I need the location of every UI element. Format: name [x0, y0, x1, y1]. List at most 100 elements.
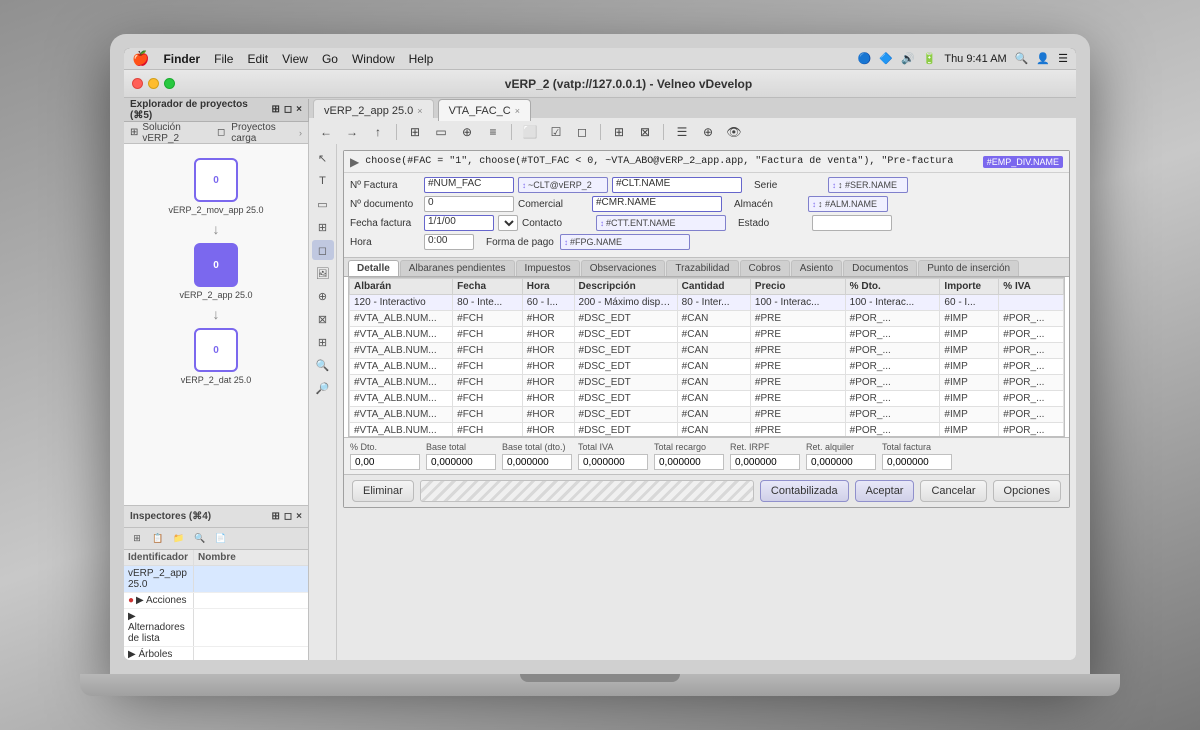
vt-line[interactable]: ⊕ — [312, 286, 334, 306]
toolbar-rect[interactable]: ▭ — [430, 122, 452, 142]
vt-image[interactable]: 🖼 — [312, 263, 334, 283]
node-box-1[interactable]: 0 — [194, 158, 238, 202]
menu-go[interactable]: Go — [322, 52, 338, 66]
btn-contabilizada[interactable]: Contabilizada — [760, 480, 849, 502]
toolbar-checkbox[interactable]: ◻ — [571, 122, 593, 142]
insp-toolbar-btn-5[interactable]: 📄 — [212, 531, 230, 547]
btn-eliminar[interactable]: Eliminar — [352, 480, 414, 502]
clt-name-input[interactable]: #CLT.NAME — [612, 177, 742, 193]
vt-rect[interactable]: ▭ — [312, 194, 334, 214]
menu-finder[interactable]: Finder — [163, 52, 200, 66]
btn-aceptar[interactable]: Aceptar — [855, 480, 915, 502]
table-row-2[interactable]: #VTA_ALB.NUM... #FCH #HOR #DSC_EDT #CAN … — [350, 343, 1064, 359]
toolbar-grid[interactable]: ⊞ — [404, 122, 426, 142]
insp-row-1[interactable]: ●▶ Acciones — [124, 593, 308, 609]
table-row-first[interactable]: 120 - Interactivo 80 - Inte... 60 - I...… — [350, 295, 1064, 311]
tab-close-1[interactable]: × — [417, 106, 422, 116]
explorer-icon-2[interactable]: ◻ — [284, 104, 292, 115]
serie-ref[interactable]: ↕ ↕ #SER.NAME — [828, 177, 908, 193]
btn-opciones[interactable]: Opciones — [993, 480, 1061, 502]
total-recargo-value[interactable]: 0,000000 — [654, 454, 724, 470]
fecha-input[interactable]: 1/1/00 — [424, 215, 494, 231]
cmr-input[interactable]: #CMR.NAME — [592, 196, 722, 212]
insp-row-2[interactable]: ▶ Alternadores de lista — [124, 609, 308, 647]
toolbar-eye[interactable]: 👁 — [723, 122, 745, 142]
diagram-node-3[interactable]: 0 vERP_2_dat 25.0 — [181, 328, 252, 385]
menu-file[interactable]: File — [214, 52, 233, 66]
ctt-ref[interactable]: ↕ #CTT.ENT.NAME — [596, 215, 726, 231]
insp-icon-1[interactable]: ⊞ — [271, 511, 279, 522]
insp-icon-3[interactable]: × — [296, 511, 302, 522]
toolbar-arrow-up[interactable]: ↑ — [367, 122, 389, 142]
menu-window[interactable]: Window — [352, 52, 395, 66]
toolbar-arrow-right[interactable]: → — [341, 122, 363, 142]
insp-toolbar-btn-3[interactable]: 📁 — [170, 531, 188, 547]
total-iva-value[interactable]: 0,000000 — [578, 454, 648, 470]
toolbar-menu[interactable]: ☰ — [671, 122, 693, 142]
tab-documentos[interactable]: Documentos — [843, 260, 917, 276]
tab-trazabilidad[interactable]: Trazabilidad — [666, 260, 738, 276]
form-canvas[interactable]: ▶ choose(#FAC = "1", choose(#TOT_FAC < 0… — [337, 144, 1076, 660]
insp-toolbar-btn-2[interactable]: 📋 — [149, 531, 167, 547]
tab-cobros[interactable]: Cobros — [740, 260, 790, 276]
table-row-5[interactable]: #VTA_ALB.NUM... #FCH #HOR #DSC_EDT #CAN … — [350, 391, 1064, 407]
tab-detalle[interactable]: Detalle — [348, 260, 399, 276]
base-total-value[interactable]: 0,000000 — [426, 454, 496, 470]
clt-ref[interactable]: ↕ ~CLT@vERP_2 — [518, 177, 608, 193]
table-row-1[interactable]: #VTA_ALB.NUM... #FCH #HOR #DSC_EDT #CAN … — [350, 327, 1064, 343]
base-total-dto-value[interactable]: 0,000000 — [502, 454, 572, 470]
vt-zoom-out[interactable]: 🔎 — [312, 378, 334, 398]
maximize-button[interactable] — [164, 78, 175, 89]
menu-view[interactable]: View — [282, 52, 308, 66]
ret-alquiler-value[interactable]: 0,000000 — [806, 454, 876, 470]
apple-menu[interactable]: 🍎 — [132, 50, 149, 67]
toolbar-check[interactable]: ☑ — [545, 122, 567, 142]
table-row-4[interactable]: #VTA_ALB.NUM... #FCH #HOR #DSC_EDT #CAN … — [350, 375, 1064, 391]
insp-icon-2[interactable]: ◻ — [284, 511, 292, 522]
insp-row-0[interactable]: vERP_2_app 25.0 — [124, 566, 308, 593]
table-row-0[interactable]: #VTA_ALB.NUM... #FCH #HOR #DSC_EDT #CAN … — [350, 311, 1064, 327]
menu-help[interactable]: Help — [409, 52, 434, 66]
vt-tab[interactable]: ⊞ — [312, 332, 334, 352]
ndoc-input[interactable]: 0 — [424, 196, 514, 212]
btn-cancelar[interactable]: Cancelar — [920, 480, 986, 502]
table-row-3[interactable]: #VTA_ALB.NUM... #FCH #HOR #DSC_EDT #CAN … — [350, 359, 1064, 375]
insp-toolbar-btn-1[interactable]: ⊞ — [128, 531, 146, 547]
tab-impuestos[interactable]: Impuestos — [516, 260, 580, 276]
formula-arrow[interactable]: ▶ — [350, 155, 359, 169]
vt-zoom-in[interactable]: 🔍 — [312, 355, 334, 375]
node-box-2[interactable]: 0 — [194, 243, 238, 287]
diagram-node-2[interactable]: 0 vERP_2_app 25.0 — [179, 243, 252, 300]
tab-albaranes[interactable]: Albaranes pendientes — [400, 260, 515, 276]
total-factura-value[interactable]: 0,000000 — [882, 454, 952, 470]
detail-table-container[interactable]: Albarán Fecha Hora Descripción Cantidad … — [348, 277, 1065, 437]
tab-observaciones[interactable]: Observaciones — [581, 260, 666, 276]
menu-edit[interactable]: Edit — [247, 52, 268, 66]
table-row-6[interactable]: #VTA_ALB.NUM... #FCH #HOR #DSC_EDT #CAN … — [350, 407, 1064, 423]
fecha-dropdown[interactable]: ▼ — [498, 215, 518, 231]
hora-input[interactable]: 0:00 — [424, 234, 474, 250]
estado-input[interactable] — [812, 215, 892, 231]
ret-irpf-value[interactable]: 0,000000 — [730, 454, 800, 470]
toolbar-plus[interactable]: ⊕ — [697, 122, 719, 142]
explorer-icon-1[interactable]: ⊞ — [271, 104, 279, 115]
toolbar-square[interactable]: ⬜ — [519, 122, 541, 142]
explorer-icon-3[interactable]: × — [296, 104, 302, 115]
node-box-3[interactable]: 0 — [194, 328, 238, 372]
tab-asiento[interactable]: Asiento — [791, 260, 842, 276]
pct-dto-value[interactable]: 0,00 — [350, 454, 420, 470]
alm-ref[interactable]: ↕ ↕ #ALM.NAME — [808, 196, 888, 212]
diagram-node-1[interactable]: 0 vERP_2_mov_app 25.0 — [168, 158, 263, 215]
fpg-ref[interactable]: ↕ #FPG.NAME — [560, 234, 690, 250]
minimize-button[interactable] — [148, 78, 159, 89]
insp-row-3[interactable]: ▶ Árboles visores de tablas — [124, 647, 308, 660]
vt-text[interactable]: T — [312, 171, 334, 191]
vt-arrow[interactable]: ↖ — [312, 148, 334, 168]
toolbar-arrow-left[interactable]: ← — [315, 122, 337, 142]
tab-close-2[interactable]: × — [515, 106, 520, 116]
table-row-7[interactable]: #VTA_ALB.NUM... #FCH #HOR #DSC_EDT #CAN … — [350, 423, 1064, 438]
nfactura-input[interactable]: #NUM_FAC — [424, 177, 514, 193]
insp-toolbar-btn-4[interactable]: 🔍 — [191, 531, 209, 547]
toolbar-cancel-sel[interactable]: ⊠ — [634, 122, 656, 142]
close-button[interactable] — [132, 78, 143, 89]
